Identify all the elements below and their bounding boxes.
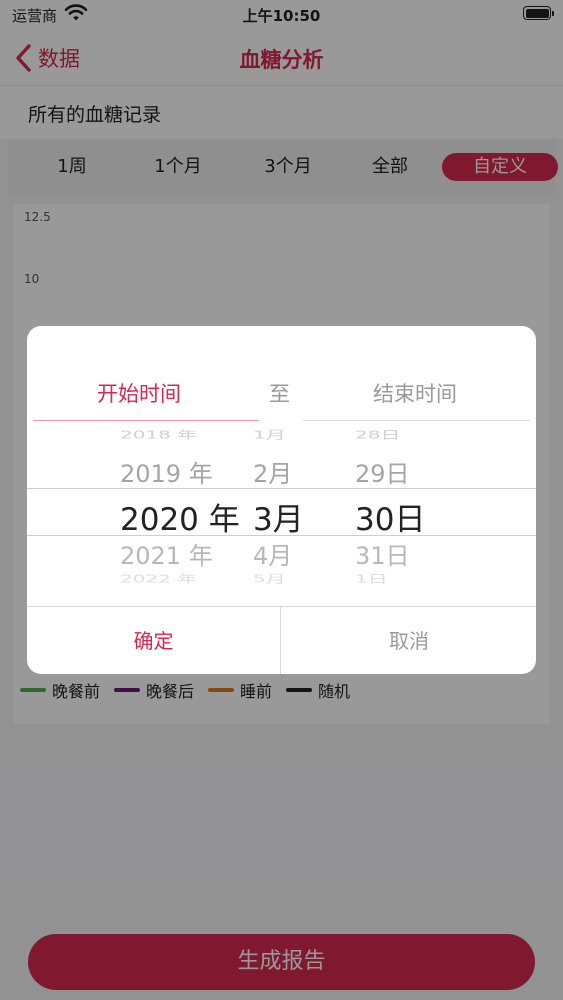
picker-option[interactable]: 2019 年	[120, 454, 238, 489]
tab-start-time[interactable]: 开始时间	[97, 378, 181, 408]
picker-option-selected[interactable]: 3月	[253, 494, 317, 539]
picker-option[interactable]: 1日	[355, 570, 435, 586]
range-separator: 至	[269, 382, 290, 406]
cancel-button[interactable]: 取消	[282, 607, 536, 674]
tab-divider	[303, 420, 530, 421]
picker-option[interactable]: 2月	[253, 454, 317, 489]
picker-option[interactable]: 28日	[355, 426, 435, 442]
date-range-modal: 开始时间 至 结束时间 2018 年 2019 年 2020 年 2021 年 …	[27, 326, 536, 674]
confirm-button[interactable]: 确定	[27, 607, 281, 674]
month-wheel[interactable]: 1月 2月 3月 4月 5月	[253, 422, 317, 606]
picker-option[interactable]: 29日	[355, 454, 435, 489]
picker-option[interactable]: 2018 年	[120, 426, 238, 442]
picker-option[interactable]: 2022 年	[120, 570, 238, 586]
modal-actions: 确定 取消	[27, 606, 536, 674]
picker-option[interactable]: 4月	[253, 536, 317, 571]
tab-end-time[interactable]: 结束时间	[373, 378, 457, 408]
date-range-tabs: 开始时间 至 结束时间	[27, 326, 536, 422]
picker-option-selected[interactable]: 2020 年	[120, 494, 240, 539]
year-wheel[interactable]: 2018 年 2019 年 2020 年 2021 年 2022 年	[120, 422, 240, 606]
picker-option[interactable]: 1月	[253, 426, 317, 442]
day-wheel[interactable]: 28日 29日 30日 31日 1日	[355, 422, 435, 606]
active-tab-underline	[33, 420, 259, 421]
picker-option-selected[interactable]: 30日	[355, 494, 435, 539]
picker-option[interactable]: 31日	[355, 536, 435, 571]
picker-option[interactable]: 5月	[253, 570, 317, 586]
date-picker[interactable]: 2018 年 2019 年 2020 年 2021 年 2022 年 1月 2月…	[27, 422, 536, 606]
picker-option[interactable]: 2021 年	[120, 536, 238, 571]
